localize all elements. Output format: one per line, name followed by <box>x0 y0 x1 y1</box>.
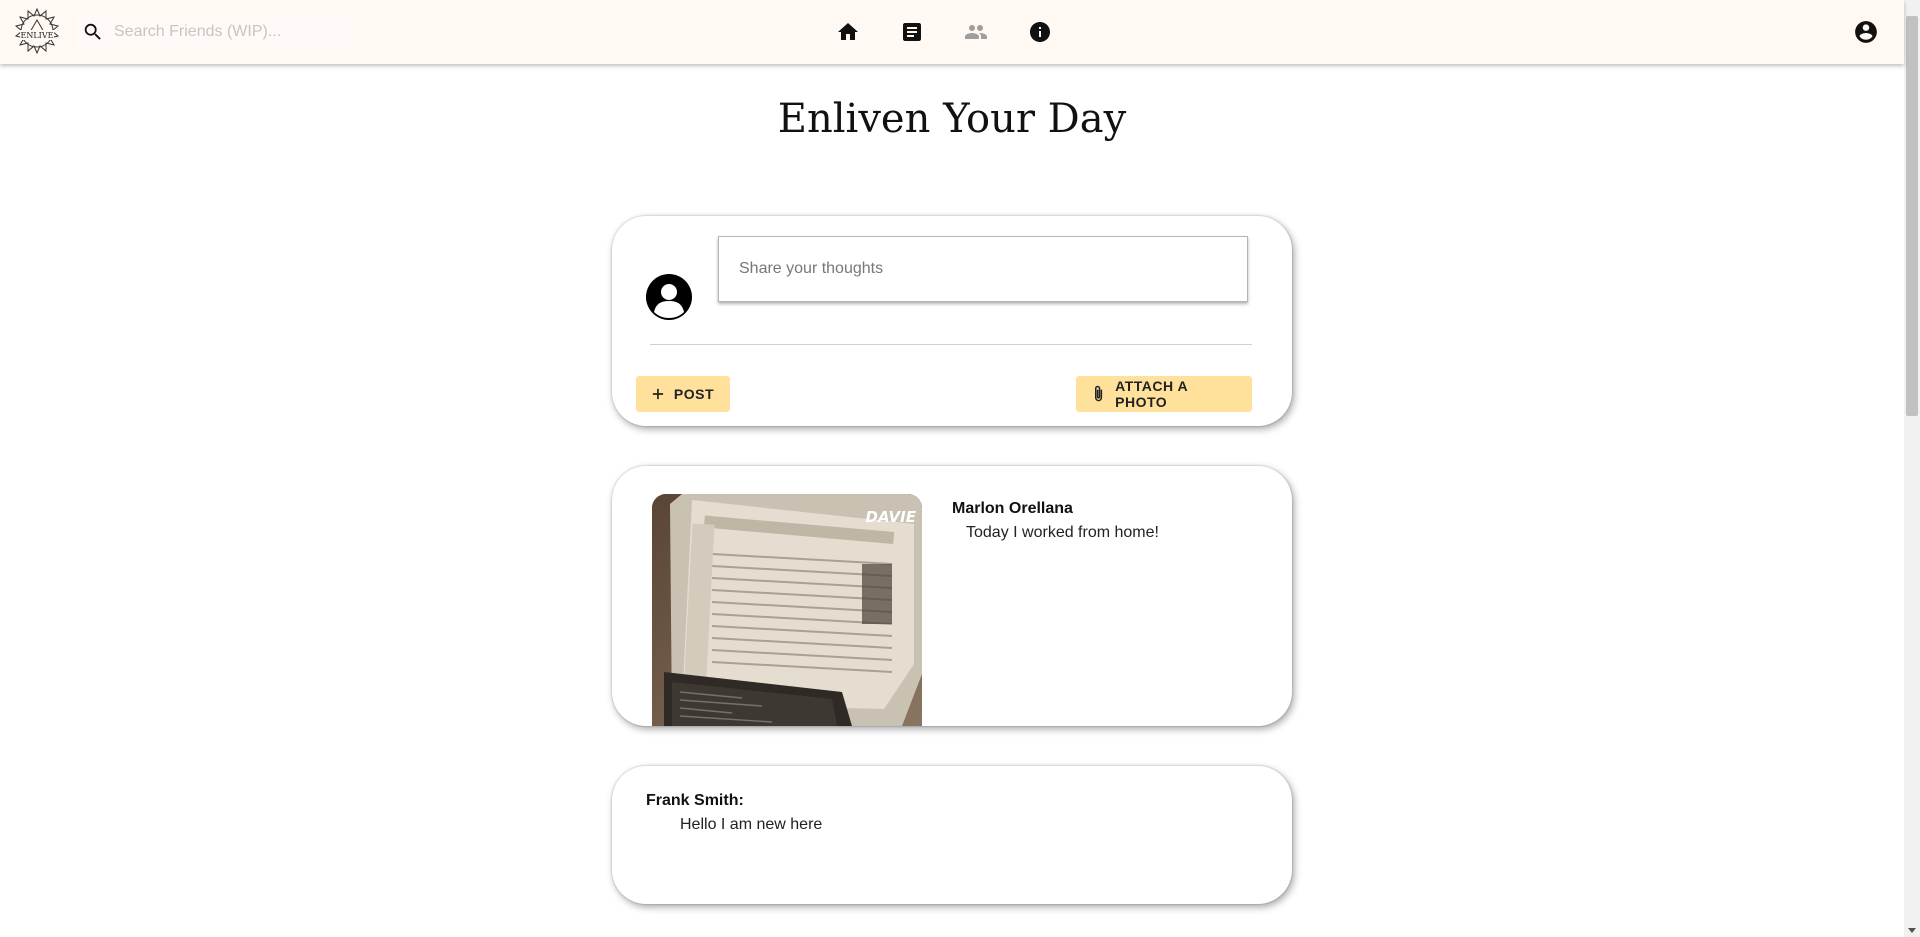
post-author: Marlon Orellana <box>952 500 1073 517</box>
nav-posts-button[interactable] <box>896 16 928 48</box>
post-composer-card: POST ATTACH A PHOTO <box>612 216 1292 426</box>
share-thoughts-input[interactable] <box>718 236 1248 302</box>
search-input[interactable] <box>112 14 348 50</box>
post-button-label: POST <box>673 386 714 402</box>
attach-photo-label: ATTACH A PHOTO <box>1115 378 1188 410</box>
post-author: Frank Smith: <box>646 792 744 809</box>
article-icon <box>903 23 921 41</box>
top-app-bar: ENLIVE <box>0 0 1904 64</box>
scroll-down-arrow-icon[interactable] <box>1908 928 1916 933</box>
photo-caption: DAVIE <box>866 508 917 526</box>
enlive-logo[interactable]: ENLIVE <box>12 6 62 56</box>
post-text: Today I worked from home! <box>966 524 1159 541</box>
attach-photo-button[interactable]: ATTACH A PHOTO <box>1076 376 1252 412</box>
account-circle-icon <box>1855 21 1877 43</box>
people-icon <box>965 25 987 39</box>
search-icon <box>84 23 101 40</box>
post-photo[interactable]: DAVIE <box>652 494 922 726</box>
logo-text: ENLIVE <box>21 31 54 40</box>
vertical-scrollbar[interactable] <box>1904 0 1920 937</box>
main-nav <box>832 16 1088 48</box>
scrollbar-thumb[interactable] <box>1906 16 1918 416</box>
plus-icon <box>652 388 664 400</box>
nav-friends-button[interactable] <box>960 16 992 48</box>
search-box[interactable] <box>76 14 352 50</box>
nav-info-button[interactable] <box>1024 16 1056 48</box>
post-button[interactable]: POST <box>636 376 730 412</box>
composer-divider <box>650 344 1252 345</box>
page-title: Enliven Your Day <box>777 96 1127 142</box>
home-icon <box>838 23 858 40</box>
post-card: DAVIE Marlon Orellana Today I worked fro… <box>612 466 1292 726</box>
account-button[interactable] <box>1852 18 1880 46</box>
nav-home-button[interactable] <box>832 16 864 48</box>
post-card: Frank Smith: Hello I am new here <box>612 766 1292 904</box>
info-icon <box>1030 22 1050 42</box>
paperclip-icon <box>1095 385 1103 402</box>
user-avatar-icon <box>646 274 692 320</box>
post-text: Hello I am new here <box>680 816 823 833</box>
